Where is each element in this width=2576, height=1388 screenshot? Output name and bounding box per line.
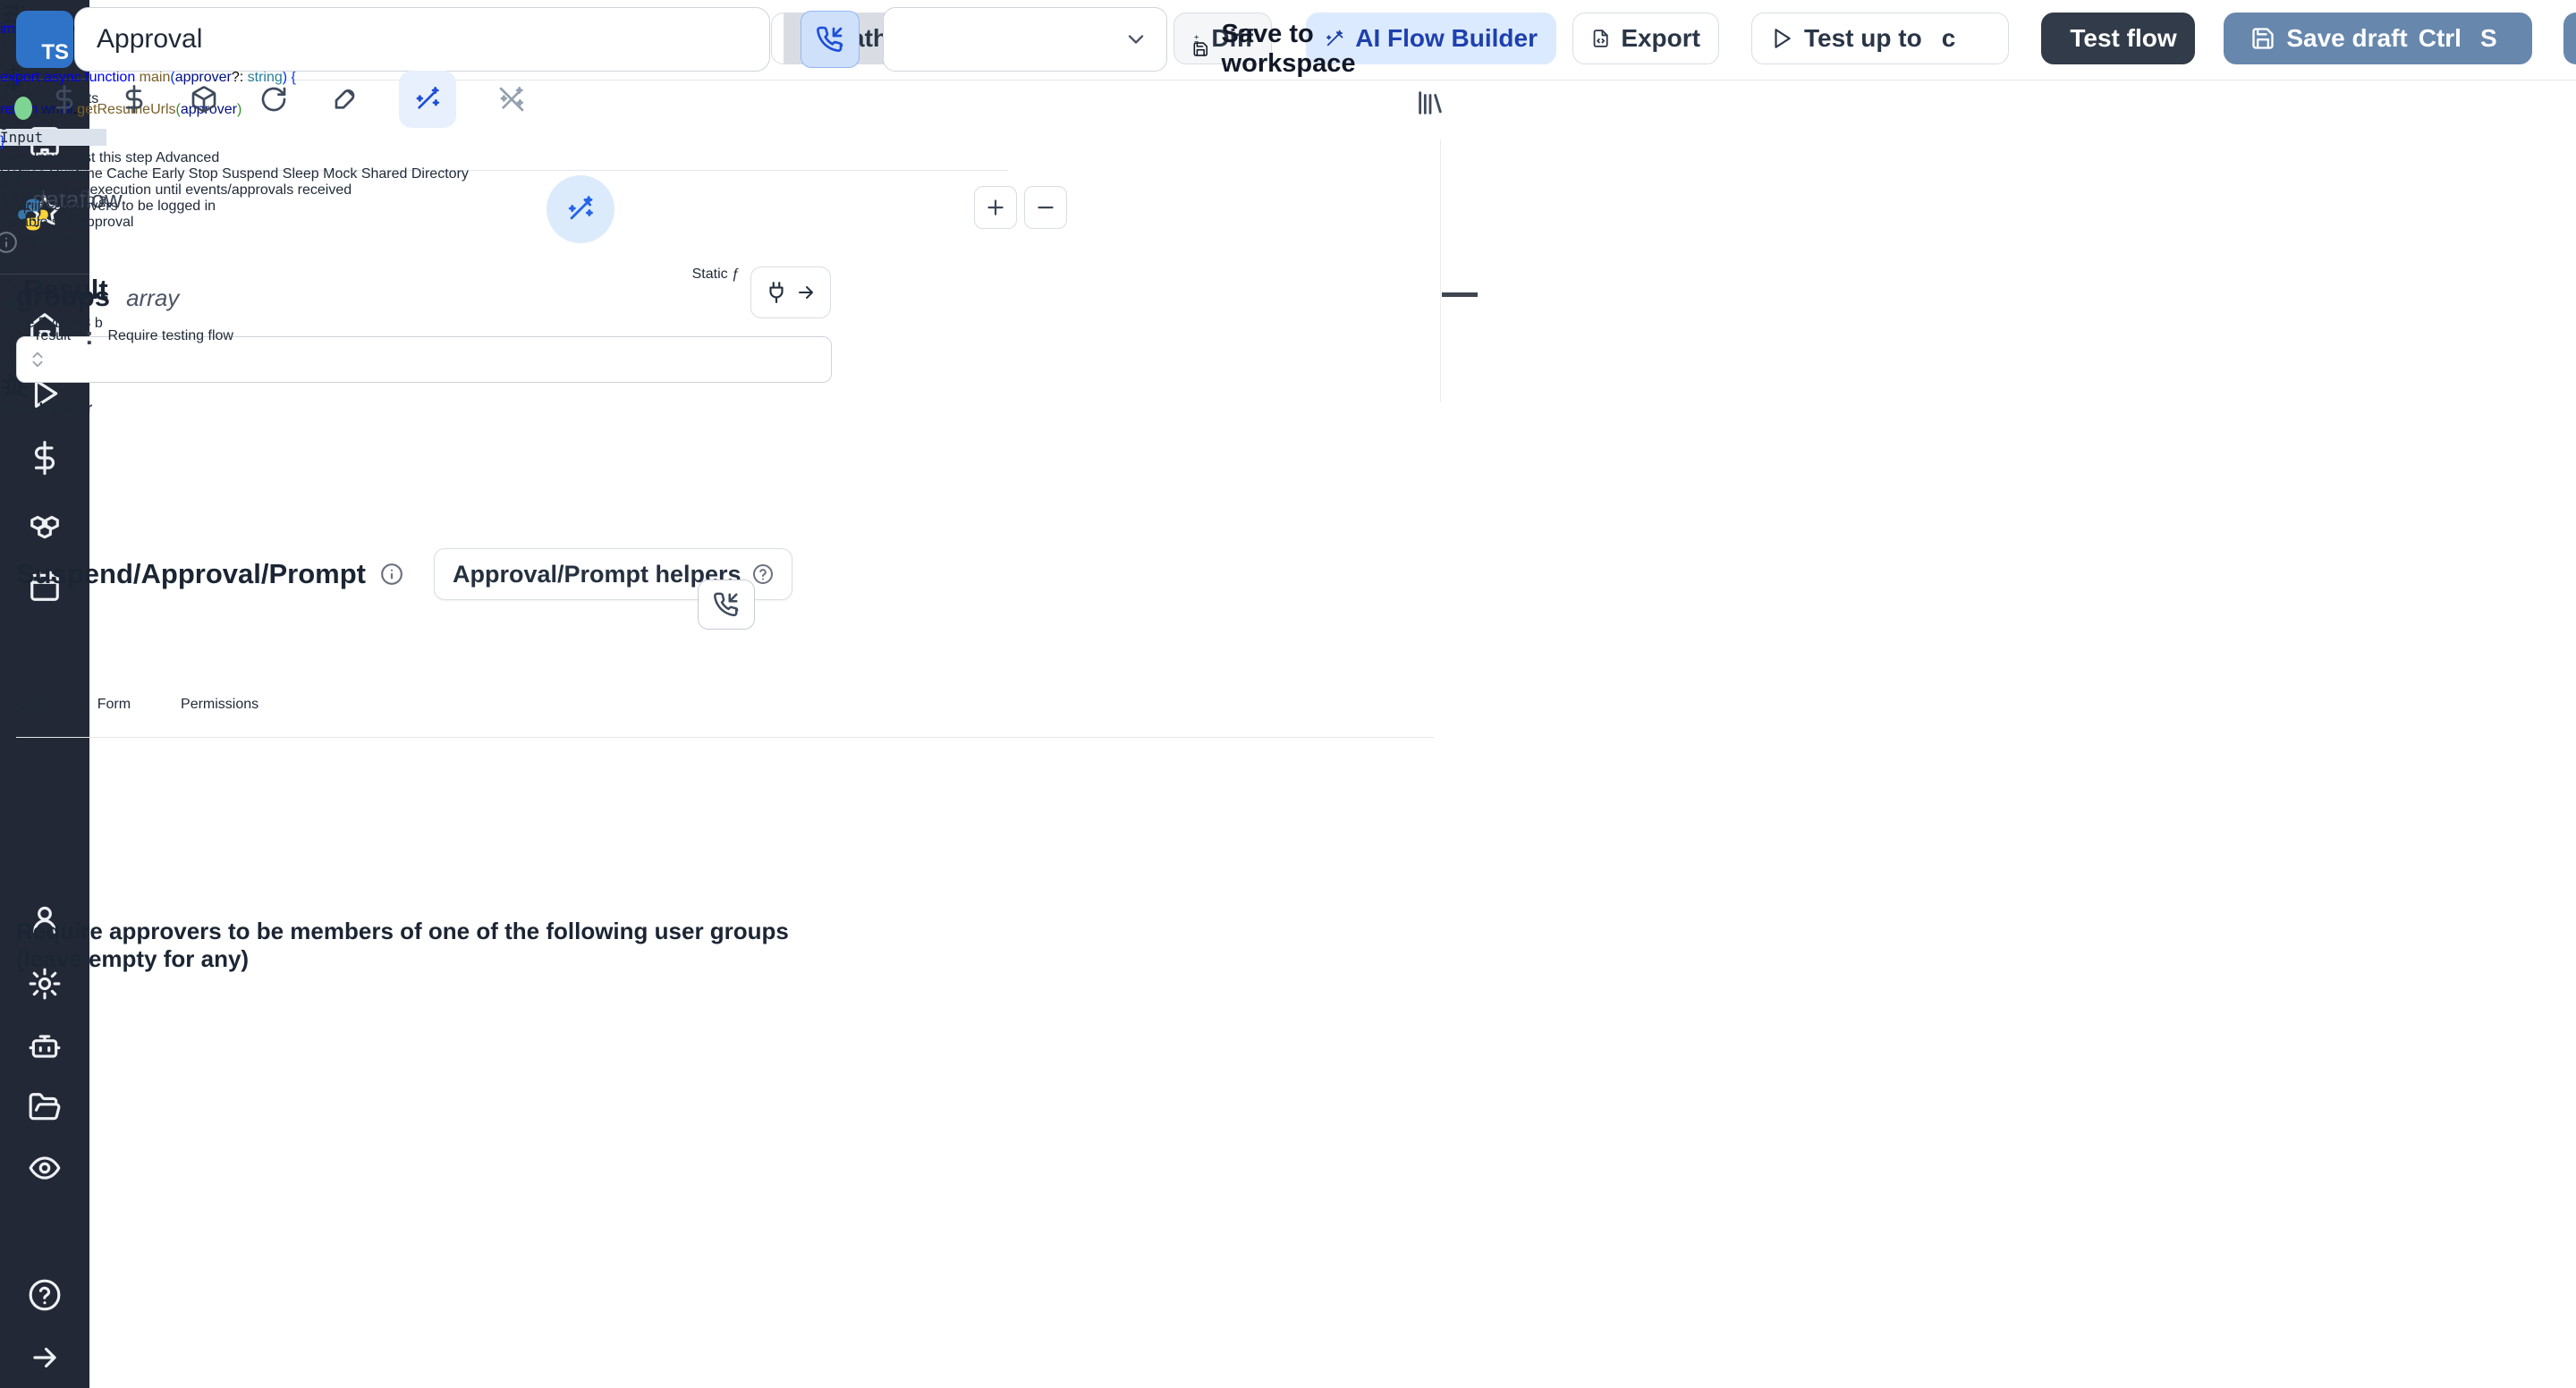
connect-input-button[interactable] [750, 267, 831, 318]
zoom-in-button[interactable] [974, 186, 1017, 229]
groups-note: Require approvers to be members of one o… [16, 918, 789, 972]
suspend-title: Suspend/Approval/Prompt [16, 558, 366, 589]
advanced-tabs: Retries Runtime Cache Early Stop Suspend… [0, 166, 848, 182]
error-handler-label: Error Handler [0, 401, 93, 416]
save-icon [2252, 28, 2274, 49]
resources-icon[interactable] [120, 85, 148, 114]
editor-toolbar [50, 71, 526, 128]
suspend-approval-indicator-button[interactable] [801, 11, 860, 68]
arrow-right-icon [799, 286, 813, 299]
sidebar-collapse-icon[interactable] [0, 1338, 89, 1377]
variables-icon[interactable] [50, 85, 79, 114]
fx-mode-button[interactable]: ƒ [732, 267, 740, 282]
package-icon[interactable] [190, 85, 218, 114]
tab-shared-directory[interactable]: Shared Directory [361, 166, 469, 182]
require-login-label: Require approvers to be logged in [0, 199, 216, 214]
status-dot [14, 97, 32, 120]
info-icon[interactable] [380, 563, 403, 586]
tab-retries[interactable]: Retries [0, 166, 46, 182]
help-circle-icon [752, 564, 773, 584]
groups-field-type: array [126, 284, 180, 311]
suspend-sub-tabs: Core Form Permissions [16, 697, 258, 713]
step-name-input[interactable]: Approval [74, 7, 770, 72]
sidebar-item-resources[interactable] [0, 503, 89, 542]
test-up-to-step-badge: c [1941, 24, 1956, 52]
sidebar-item-variables[interactable] [0, 438, 89, 478]
step-tabs: Step Input Test this step Advanced [0, 150, 848, 166]
reset-icon[interactable] [259, 85, 288, 114]
sidebar-item-workers[interactable] [0, 1027, 89, 1066]
chevrons-up-down-icon [32, 351, 43, 368]
tab-core[interactable]: Core [16, 697, 47, 713]
ai-assistant-button[interactable] [399, 71, 456, 128]
disable-self-approval-label: Disable self-approval [0, 215, 134, 230]
library-icon[interactable] [1415, 88, 1445, 118]
file-export-icon [1593, 30, 1608, 47]
save-draft-button[interactable]: Save draft Ctrl S [2224, 13, 2532, 64]
wand-icon [416, 87, 440, 109]
tab-runtime[interactable]: Runtime [49, 166, 103, 182]
phone-incoming-icon [714, 592, 739, 617]
deploy-button-sliver[interactable] [2563, 13, 2576, 64]
tab-advanced[interactable]: Advanced [156, 150, 219, 165]
info-icon[interactable] [0, 231, 18, 254]
typescript-language-icon: TS [16, 11, 73, 68]
tab-early-stop[interactable]: Early Stop [152, 166, 218, 182]
result-key-chip[interactable]: result [36, 328, 71, 344]
test-up-to-label: Test up to [1804, 24, 1922, 52]
kbd-ctrl: Ctrl [2418, 24, 2462, 52]
plus-icon [987, 199, 1004, 216]
kbd-s: S [2479, 24, 2497, 52]
overview-ruler-marker [1442, 292, 1478, 297]
tab-permissions[interactable]: Permissions [181, 697, 258, 713]
result-title: Result [23, 274, 108, 305]
suspend-toggle-label: Suspend flow execution until events/appr… [0, 182, 352, 198]
result-value-pill: Require testing flow [107, 328, 233, 343]
tab-form[interactable]: Form [97, 697, 131, 713]
disable-self-approval-row: Disable self-approval [0, 215, 848, 254]
approval-phone-badge[interactable] [698, 580, 755, 630]
static-fx-toggle-group: Static ƒ [692, 267, 740, 283]
tab-test-this-step[interactable]: Test this step [69, 150, 152, 165]
test-flow-label: Test flow [2070, 24, 2177, 52]
tab-cache[interactable]: Cache [106, 166, 148, 182]
format-icon[interactable] [329, 85, 358, 114]
play-icon [1775, 29, 1791, 48]
export-label: Export [1621, 24, 1700, 52]
minimap [1440, 140, 1479, 402]
sidebar-item-help[interactable] [0, 1275, 89, 1315]
sidebar-item-folders[interactable] [0, 1088, 89, 1127]
tab-mock[interactable]: Mock [323, 166, 357, 182]
step-name-value: Approval [97, 24, 203, 54]
script-kind-select[interactable] [883, 7, 1167, 72]
suspend-toggle-row: Suspend flow execution until events/appr… [0, 182, 848, 199]
require-login-row: Require approvers to be logged in [0, 199, 848, 215]
zoom-out-button[interactable] [1024, 186, 1067, 229]
sub-tabs-divider [16, 737, 1434, 738]
wand-off-icon[interactable] [497, 85, 526, 114]
sidebar-item-audit-logs[interactable] [0, 1148, 89, 1188]
test-up-to-button[interactable]: Test up to c [1751, 13, 2009, 64]
tab-suspend[interactable]: Suspend [222, 166, 278, 182]
tab-step-input[interactable]: Step Input [0, 150, 65, 165]
ai-flow-builder-label: AI Flow Builder [1355, 24, 1538, 52]
save-to-workspace-label: Save to workspace [1221, 20, 1356, 78]
test-flow-button[interactable]: Test flow [2041, 13, 2195, 64]
save-icon [1193, 42, 1208, 56]
plug-icon [769, 282, 784, 303]
suspend-heading-row: Suspend/Approval/Prompt Approval/Prompt … [16, 548, 792, 600]
minus-icon [1038, 206, 1054, 209]
save-draft-label: Save draft [2286, 24, 2408, 52]
phone-incoming-icon [817, 26, 843, 52]
static-mode-button[interactable]: Static [692, 267, 728, 282]
step-editor-panel: TS Approval Save to workspace 1import * … [0, 0, 1478, 972]
chevron-down-icon [1128, 35, 1144, 44]
save-to-workspace-button[interactable]: Save to workspace [1192, 20, 1366, 79]
tab-sleep[interactable]: Sleep [283, 166, 319, 182]
result-colon: : [85, 322, 94, 350]
export-button[interactable]: Export [1572, 13, 1719, 64]
